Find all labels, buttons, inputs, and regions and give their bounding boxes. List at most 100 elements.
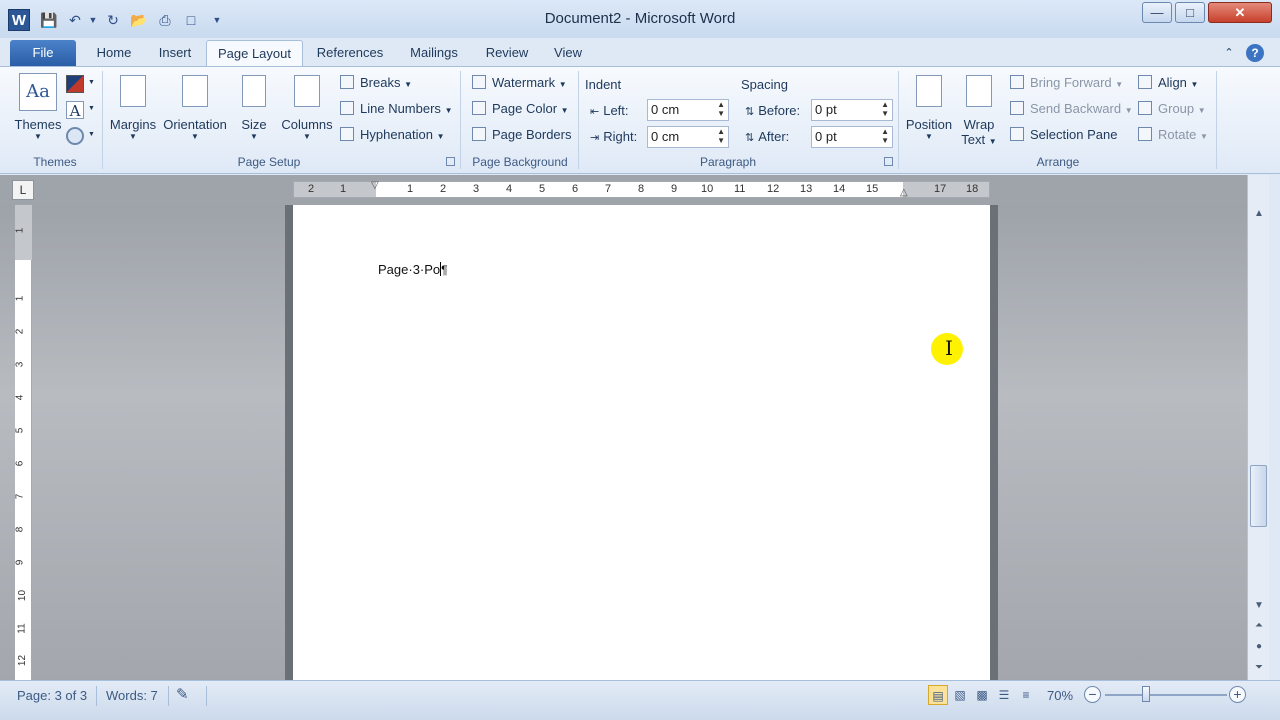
status-divider <box>168 686 169 706</box>
right-indent-marker-icon[interactable]: △ <box>900 187 908 198</box>
tab-view[interactable]: View <box>544 40 592 66</box>
help-icon[interactable]: ? <box>1245 40 1265 66</box>
web-layout-view-icon[interactable]: ▩ <box>972 685 992 705</box>
page-color-dropdown-icon: ▼ <box>560 106 569 115</box>
draft-view-icon[interactable]: ≡ <box>1016 685 1036 705</box>
orientation-button[interactable]: Orientation ▼ <box>160 75 230 141</box>
wrap-text-button[interactable]: Wrap Text ▼ <box>956 75 1002 147</box>
tab-selector[interactable]: L <box>12 180 34 200</box>
paragraph-launcher-icon[interactable] <box>884 157 893 166</box>
theme-colors-dropdown-icon[interactable]: ▼ <box>88 79 95 86</box>
full-screen-reading-view-icon[interactable]: ▧ <box>950 685 970 705</box>
columns-button[interactable]: Columns ▼ <box>280 75 334 141</box>
theme-effects-icon[interactable] <box>66 127 84 145</box>
send-backward-dropdown-icon: ▼ <box>1124 106 1133 115</box>
page-borders-icon <box>472 127 486 141</box>
send-backward-button[interactable]: Send Backward ▼ <box>1010 101 1133 116</box>
minimize-button[interactable]: — <box>1142 2 1172 23</box>
group-divider <box>578 71 579 169</box>
zoom-slider-thumb[interactable] <box>1141 686 1150 702</box>
page-setup-launcher-icon[interactable] <box>446 157 455 166</box>
zoom-in-icon[interactable]: + <box>1229 686 1246 703</box>
scroll-up-icon[interactable]: ▲ <box>1251 207 1267 221</box>
size-icon <box>242 75 266 107</box>
tab-file[interactable]: File <box>10 40 76 66</box>
indent-right-label: ⇥ Right: <box>590 129 637 144</box>
status-divider <box>206 686 207 706</box>
theme-fonts-dropdown-icon[interactable]: ▼ <box>88 105 95 112</box>
ruler-tick: 8 <box>14 526 26 533</box>
vertical-ruler[interactable]: 1 1 2 3 4 5 6 7 8 9 10 11 12 <box>14 205 32 680</box>
tab-mailings[interactable]: Mailings <box>400 40 468 66</box>
tab-references[interactable]: References <box>309 40 391 66</box>
spacing-after-text: After: <box>758 129 790 144</box>
themes-label: Themes <box>14 117 62 132</box>
pilcrow-icon: ¶ <box>441 263 448 277</box>
zoom-out-icon[interactable]: − <box>1084 686 1101 703</box>
spacing-after-spinner-icon[interactable]: ▲ ▼ <box>881 127 889 145</box>
minimize-ribbon-icon[interactable]: ⌃ <box>1220 40 1238 66</box>
indent-right-spinner-icon[interactable]: ▲ ▼ <box>717 127 725 145</box>
ribbon-tabs: File Home Insert Page Layout References … <box>0 38 1280 66</box>
size-button[interactable]: Size ▼ <box>234 75 274 141</box>
print-layout-view-icon[interactable]: ▤ <box>928 685 948 705</box>
selection-pane-label: Selection Pane <box>1030 127 1118 142</box>
page-borders-button[interactable]: Page Borders <box>472 127 572 142</box>
page-color-button[interactable]: Page Color ▼ <box>472 101 569 116</box>
selection-pane-button[interactable]: Selection Pane <box>1010 127 1117 142</box>
document-page[interactable]: Page·3·Po¶ I <box>293 205 990 680</box>
wrap-text-label-1: Wrap <box>963 117 995 132</box>
outline-view-icon[interactable]: ☰ <box>994 685 1014 705</box>
watermark-button[interactable]: Watermark ▼ <box>472 75 567 90</box>
group-button[interactable]: Group ▼ <box>1138 101 1206 116</box>
align-button[interactable]: Align ▼ <box>1138 75 1198 90</box>
hyphenation-button[interactable]: Hyphenation ▼ <box>340 127 445 142</box>
tab-review[interactable]: Review <box>478 40 536 66</box>
scrollbar-thumb[interactable] <box>1250 465 1267 527</box>
spacing-before-spinner-icon[interactable]: ▲ ▼ <box>881 100 889 118</box>
proofing-icon[interactable]: ✎ <box>176 685 189 703</box>
bring-forward-button[interactable]: Bring Forward ▼ <box>1010 75 1123 90</box>
close-button[interactable]: ✕ <box>1208 2 1272 23</box>
zoom-slider[interactable] <box>1105 694 1227 696</box>
indent-left-input[interactable]: 0 cm ▲ ▼ <box>647 99 729 121</box>
rotate-icon <box>1138 127 1152 141</box>
ruler-tick: 2 <box>440 183 447 195</box>
margins-button[interactable]: Margins ▼ <box>106 75 160 141</box>
maximize-button[interactable]: □ <box>1175 2 1205 23</box>
word-count[interactable]: Words: 7 <box>106 688 158 703</box>
next-page-icon[interactable]: ⏷ <box>1251 661 1267 675</box>
horizontal-ruler[interactable]: 2 1 1 2 3 4 5 6 7 8 9 10 11 12 13 14 15 … <box>293 180 990 198</box>
zoom-level[interactable]: 70% <box>1047 688 1073 703</box>
page-count[interactable]: Page: 3 of 3 <box>17 688 87 703</box>
tab-page-layout[interactable]: Page Layout <box>206 40 303 66</box>
breaks-label: Breaks <box>360 75 401 90</box>
vertical-scrollbar[interactable]: ▲ ▼ ⏶ ● ⏷ <box>1247 175 1269 680</box>
spacing-before-input[interactable]: 0 pt ▲ ▼ <box>811 99 893 121</box>
theme-colors-icon[interactable] <box>66 75 84 93</box>
position-button[interactable]: Position ▼ <box>902 75 956 141</box>
spacing-after-input[interactable]: 0 pt ▲ ▼ <box>811 126 893 148</box>
document-text[interactable]: Page·3·Po¶ <box>378 262 448 277</box>
paragraph-text[interactable]: Page·3·Po <box>378 262 440 277</box>
select-browse-object-icon[interactable]: ● <box>1251 640 1267 654</box>
breaks-button[interactable]: Breaks ▼ <box>340 75 412 90</box>
ribbon: Aa Themes ▼ ▼ A ▼ ▼ Themes Margins ▼ Ori… <box>0 66 1280 174</box>
ruler-tick: 7 <box>14 493 26 500</box>
wrap-text-label-2: Text ▼ <box>956 132 1002 147</box>
themes-button[interactable]: Aa Themes ▼ <box>14 73 62 141</box>
line-numbers-dropdown-icon: ▼ <box>444 106 453 115</box>
scroll-down-icon[interactable]: ▼ <box>1251 599 1267 613</box>
theme-effects-dropdown-icon[interactable]: ▼ <box>88 131 95 138</box>
theme-fonts-icon[interactable]: A <box>66 101 84 120</box>
tab-insert[interactable]: Insert <box>148 40 202 66</box>
indent-left-spinner-icon[interactable]: ▲ ▼ <box>717 100 725 118</box>
first-line-indent-marker-icon[interactable]: ▽ <box>371 180 379 191</box>
bring-forward-dropdown-icon: ▼ <box>1115 80 1124 89</box>
previous-page-icon[interactable]: ⏶ <box>1251 619 1267 633</box>
tab-home[interactable]: Home <box>88 40 140 66</box>
line-numbers-button[interactable]: Line Numbers ▼ <box>340 101 452 116</box>
indent-right-input[interactable]: 0 cm ▲ ▼ <box>647 126 729 148</box>
ruler-tick: 14 <box>833 183 846 195</box>
rotate-button[interactable]: Rotate ▼ <box>1138 127 1208 142</box>
